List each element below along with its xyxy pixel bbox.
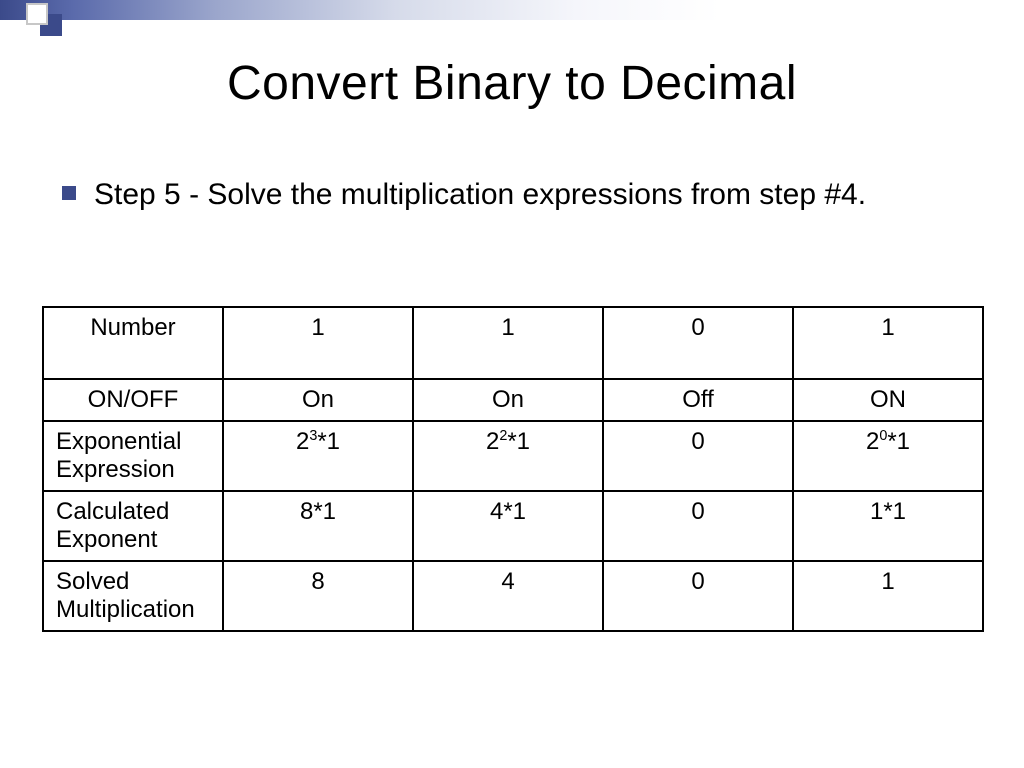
square-bullet-icon bbox=[62, 186, 76, 200]
row-label: CalculatedExponent bbox=[43, 491, 223, 561]
bullet-item: Step 5 - Solve the multiplication expres… bbox=[62, 176, 962, 214]
table-cell: On bbox=[223, 379, 413, 421]
conversion-table: Number 1 1 0 1 ON/OFF On On Off ON Expon… bbox=[42, 306, 982, 632]
table-row: CalculatedExponent 8*1 4*1 0 1*1 bbox=[43, 491, 983, 561]
table-row: ON/OFF On On Off ON bbox=[43, 379, 983, 421]
row-label: ExponentialExpression bbox=[43, 421, 223, 491]
table-cell: On bbox=[413, 379, 603, 421]
table-cell: 4*1 bbox=[413, 491, 603, 561]
header-decoration bbox=[0, 0, 1024, 34]
table-cell: 20*1 bbox=[793, 421, 983, 491]
bullet-text: Step 5 - Solve the multiplication expres… bbox=[94, 176, 866, 214]
table-cell: 1 bbox=[793, 561, 983, 631]
header-square-light bbox=[26, 3, 48, 25]
table-cell: 1 bbox=[793, 307, 983, 379]
table-cell: Off bbox=[603, 379, 793, 421]
row-label: SolvedMultiplication bbox=[43, 561, 223, 631]
table-cell: 1*1 bbox=[793, 491, 983, 561]
row-label: Number bbox=[43, 307, 223, 379]
table-cell: 8*1 bbox=[223, 491, 413, 561]
table-row: Number 1 1 0 1 bbox=[43, 307, 983, 379]
table-cell: 1 bbox=[223, 307, 413, 379]
table-cell: ON bbox=[793, 379, 983, 421]
row-label: ON/OFF bbox=[43, 379, 223, 421]
table-cell: 0 bbox=[603, 421, 793, 491]
table-cell: 22*1 bbox=[413, 421, 603, 491]
header-gradient-bar bbox=[0, 0, 720, 20]
table-cell: 0 bbox=[603, 491, 793, 561]
slide-body: Step 5 - Solve the multiplication expres… bbox=[62, 176, 962, 214]
table-cell: 1 bbox=[413, 307, 603, 379]
table-cell: 8 bbox=[223, 561, 413, 631]
table-cell: 0 bbox=[603, 561, 793, 631]
slide-title: Convert Binary to Decimal bbox=[0, 56, 1024, 111]
table-cell: 0 bbox=[603, 307, 793, 379]
table-cell: 4 bbox=[413, 561, 603, 631]
table-row: ExponentialExpression 23*1 22*1 0 20*1 bbox=[43, 421, 983, 491]
table-cell: 23*1 bbox=[223, 421, 413, 491]
table-row: SolvedMultiplication 8 4 0 1 bbox=[43, 561, 983, 631]
